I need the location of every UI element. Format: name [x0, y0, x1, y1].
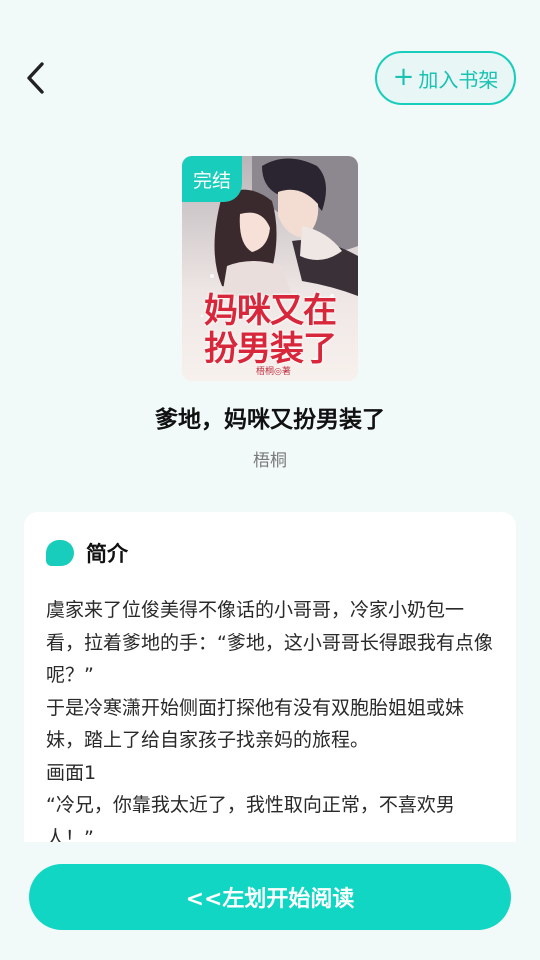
start-reading-button[interactable]: <<左划开始阅读 — [29, 864, 511, 930]
intro-text: 虞家来了位俊美得不像话的小哥哥，冷家小奶包一看，拉着爹地的手：“爹地，这小哥哥长… — [46, 594, 498, 842]
back-button[interactable] — [16, 58, 56, 98]
plus-icon: + — [392, 62, 415, 92]
cover-title: 妈咪又在 扮男装了 — [204, 291, 337, 369]
intro-header: 简介 — [46, 538, 128, 568]
add-to-shelf-label: 加入书架 — [418, 67, 499, 92]
book-cover[interactable]: 完结 妈咪又在 扮男装了 梧桐◎著 — [182, 156, 358, 381]
cover-author: 梧桐◎著 — [256, 367, 291, 377]
book-detail-page: + 加入书架 完结 妈咪又在 扮男装了 梧桐◎著 爹地，妈咪又扮男装了 梧桐 简… — [0, 0, 540, 960]
intro-paragraph: “冷兄，你靠我太近了，我性取向正常，不喜欢男人！” — [46, 794, 455, 842]
intro-card: 简介 虞家来了位俊美得不像话的小哥哥，冷家小奶包一看，拉着爹地的手：“爹地，这小… — [24, 512, 516, 842]
intro-paragraph: 虞家来了位俊美得不像话的小哥哥，冷家小奶包一看，拉着爹地的手：“爹地，这小哥哥长… — [46, 599, 493, 686]
status-badge: 完结 — [182, 156, 242, 202]
add-to-shelf-button[interactable]: + 加入书架 — [375, 51, 516, 105]
intro-paragraph: 画面1 — [46, 761, 97, 784]
intro-paragraph: 于是冷寒潇开始侧面打探他有没有双胞胎姐姐或妹妹，踏上了给自家孩子找亲妈的旅程。 — [46, 696, 465, 752]
intro-label: 简介 — [86, 542, 128, 566]
book-title: 爹地，妈咪又扮男装了 — [155, 407, 385, 433]
chevron-left-icon — [27, 62, 44, 94]
book-author: 梧桐 — [253, 451, 287, 471]
intro-dot-icon — [46, 540, 74, 566]
